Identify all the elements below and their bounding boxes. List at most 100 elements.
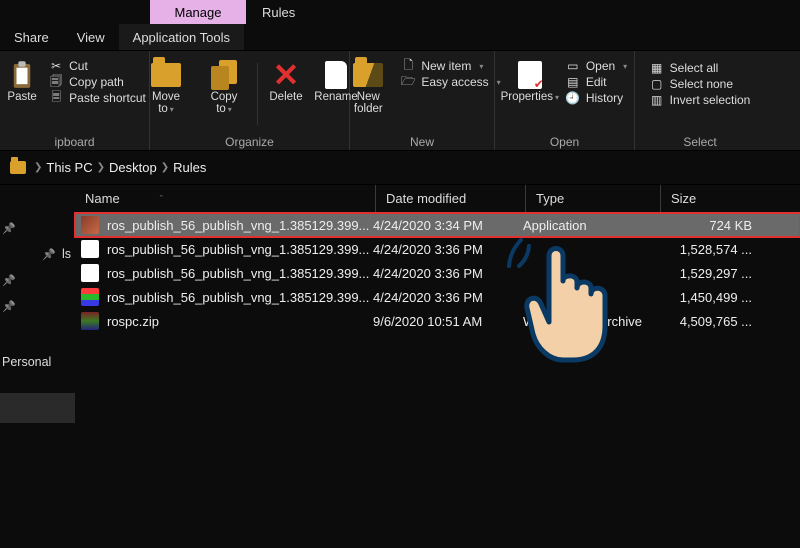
ribbon-group-new: New folder 🗋New item 🗁Easy access New <box>350 51 495 150</box>
open-label: Open <box>586 59 615 73</box>
copy-path-button[interactable]: 🗐Copy path <box>49 75 146 89</box>
nav-sidebar: ls Personal <box>0 185 75 546</box>
file-date: 4/24/2020 3:36 PM <box>373 290 523 305</box>
manage-tab[interactable]: Manage <box>150 0 246 24</box>
move-to-label: Move to <box>152 91 180 116</box>
sidebar-pinned-item[interactable]: ls <box>0 241 75 267</box>
sidebar-pinned-item[interactable] <box>0 215 75 241</box>
new-item-button[interactable]: 🗋New item <box>401 59 500 73</box>
breadcrumb-seg-this-pc[interactable]: This PC <box>46 160 92 175</box>
new-folder-label: New folder <box>354 91 383 115</box>
copy-to-icon <box>208 59 240 91</box>
sort-ascending-icon: ˆ <box>160 194 163 204</box>
file-icon <box>81 264 99 282</box>
move-to-button[interactable]: Move to <box>141 55 191 116</box>
select-none-button[interactable]: ▢ Select none <box>650 77 751 91</box>
new-folder-button[interactable]: New folder <box>343 55 393 115</box>
file-icon <box>81 240 99 258</box>
copy-to-button[interactable]: Copy to <box>199 55 249 116</box>
easy-access-button[interactable]: 🗁Easy access <box>401 75 500 89</box>
menu-view[interactable]: View <box>63 24 119 50</box>
file-name: ros_publish_56_publish_vng_1.385129.399.… <box>107 218 373 233</box>
file-row[interactable]: ros_publish_56_publish_vng_1.385129.399.… <box>75 285 800 309</box>
properties-icon: ✔ <box>514 59 546 91</box>
title-bar: Manage Rules <box>0 0 800 24</box>
copy-path-label: Copy path <box>69 75 124 89</box>
select-all-icon: ▦ <box>650 61 664 75</box>
paste-button[interactable]: Paste <box>3 55 41 103</box>
column-type[interactable]: Type <box>525 185 660 212</box>
column-name-label: Name <box>85 191 120 206</box>
file-row[interactable]: ros_publish_56_publish_vng_1.385129.399.… <box>75 261 800 285</box>
delete-button[interactable]: ✕ Delete <box>266 55 306 103</box>
file-row[interactable]: ros_publish_56_publish_vng_1.385129.399.… <box>75 237 800 261</box>
sidebar-item-personal[interactable]: Personal <box>0 349 75 375</box>
select-group-label: Select <box>683 135 716 149</box>
new-item-label: New item <box>421 59 471 73</box>
select-none-label: Select none <box>670 77 733 91</box>
open-button[interactable]: ▭ Open <box>566 59 627 73</box>
ribbon-group-open: ✔ Properties ▭ Open ▤Edit 🕘History Open <box>495 51 635 150</box>
clipboard-group-label: ipboard <box>54 135 94 149</box>
chevron-right-icon[interactable]: ❯ <box>34 162 42 173</box>
menu-application-tools[interactable]: Application Tools <box>119 24 244 50</box>
edit-button[interactable]: ▤Edit <box>566 75 627 89</box>
file-icon <box>81 216 99 234</box>
column-name[interactable]: Name ˆ <box>75 185 375 212</box>
chevron-right-icon[interactable]: ❯ <box>97 162 105 173</box>
select-all-button[interactable]: ▦ Select all <box>650 61 751 75</box>
properties-label: Properties <box>501 91 559 104</box>
invert-selection-label: Invert selection <box>670 93 751 107</box>
sidebar-item-label: ls <box>62 247 71 261</box>
file-row[interactable]: rospc.zip9/6/2020 10:51 AMWinRAR ZIP arc… <box>75 309 800 333</box>
new-group-label: New <box>410 135 434 149</box>
sidebar-selected-bg <box>0 393 75 423</box>
ribbon-group-organize: Move to Copy to ✕ Delete Rename Organize <box>150 51 350 150</box>
paste-shortcut-label: Paste shortcut <box>69 91 146 105</box>
main-area: ls Personal Name ˆ Date modified Type Siz… <box>0 184 800 546</box>
invert-selection-button[interactable]: ▥Invert selection <box>650 93 751 107</box>
file-size: 1,450,499 ... <box>658 290 758 305</box>
organize-group-label: Organize <box>225 135 274 149</box>
sidebar-pinned-item[interactable] <box>0 293 75 319</box>
file-list: Name ˆ Date modified Type Size ros_publis… <box>75 185 800 546</box>
ribbon-group-select: ▦ Select all ▢ Select none ▥Invert selecti… <box>635 51 765 150</box>
history-icon: 🕘 <box>566 91 580 105</box>
paste-label: Paste <box>7 91 36 103</box>
column-date[interactable]: Date modified <box>375 185 525 212</box>
address-bar[interactable]: ❯ This PC ❯ Desktop ❯ Rules <box>0 150 800 184</box>
file-icon <box>81 312 99 330</box>
menu-share[interactable]: Share <box>0 24 63 50</box>
easy-access-label: Easy access <box>421 75 488 89</box>
file-size: 4,509,765 ... <box>658 314 758 329</box>
delete-label: Delete <box>269 91 302 103</box>
delete-icon: ✕ <box>270 59 302 91</box>
cut-button[interactable]: ✂Cut <box>49 59 146 73</box>
breadcrumb-seg-desktop[interactable]: Desktop <box>109 160 157 175</box>
copy-to-label: Copy to <box>211 91 238 116</box>
file-date: 4/24/2020 3:36 PM <box>373 242 523 257</box>
file-icon <box>81 288 99 306</box>
move-to-icon <box>150 59 182 91</box>
sidebar-pinned-item[interactable] <box>0 267 75 293</box>
cut-label: Cut <box>69 59 88 73</box>
sidebar-item-label: Personal <box>2 355 51 369</box>
select-none-icon: ▢ <box>650 77 664 91</box>
file-name: ros_publish_56_publish_vng_1.385129.399.… <box>107 266 373 281</box>
column-headers: Name ˆ Date modified Type Size <box>75 185 800 213</box>
breadcrumb-seg-rules[interactable]: Rules <box>173 160 206 175</box>
properties-button[interactable]: ✔ Properties <box>502 55 558 104</box>
menu-bar: Share View Application Tools <box>0 24 800 50</box>
open-icon: ▭ <box>566 59 580 73</box>
file-type: Application <box>523 218 658 233</box>
ribbon: Paste ✂Cut 🗐Copy path 🗏Paste shortcut ip… <box>0 50 800 150</box>
select-all-label: Select all <box>670 61 719 75</box>
file-size: 1,528,574 ... <box>658 242 758 257</box>
chevron-right-icon[interactable]: ❯ <box>161 162 169 173</box>
file-name: ros_publish_56_publish_vng_1.385129.399.… <box>107 290 373 305</box>
column-size[interactable]: Size <box>660 185 760 212</box>
file-row[interactable]: ros_publish_56_publish_vng_1.385129.399.… <box>75 213 800 237</box>
paste-shortcut-button[interactable]: 🗏Paste shortcut <box>49 91 146 105</box>
location-icon[interactable] <box>6 156 30 180</box>
history-button[interactable]: 🕘History <box>566 91 627 105</box>
